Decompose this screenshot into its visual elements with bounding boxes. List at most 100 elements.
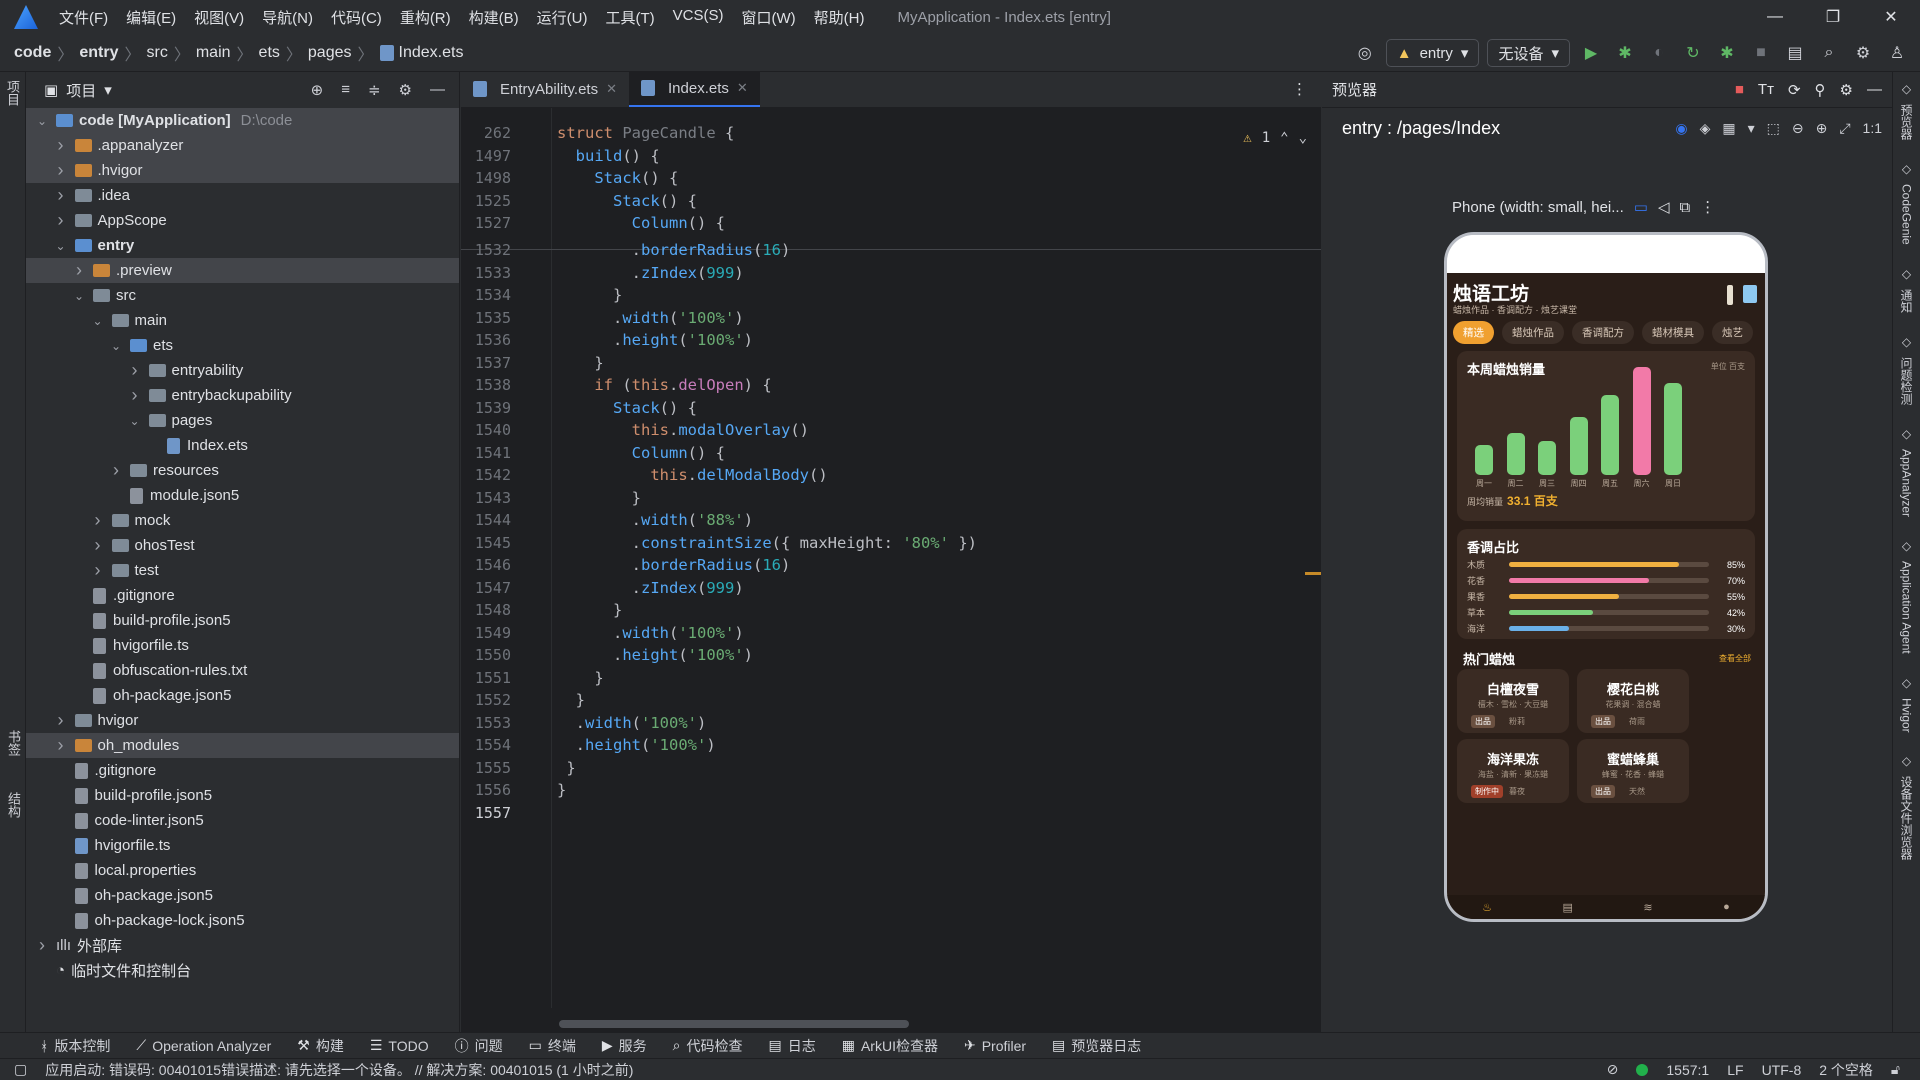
bottom-tool-button[interactable]: ▤ 预览器日志	[1052, 1036, 1141, 1056]
tree-node[interactable]: ◔ 临时文件和控制台	[26, 958, 459, 983]
menu-item[interactable]: 重构(R)	[391, 7, 460, 28]
chevron-right-icon[interactable]: ›	[127, 360, 143, 381]
breadcrumb-item[interactable]: src	[147, 44, 168, 62]
device-label[interactable]: Phone (width: small, hei...	[1452, 199, 1624, 216]
structure-tool-button[interactable]: 结构	[4, 792, 23, 818]
sync-status-icon[interactable]	[1636, 1063, 1649, 1076]
hot-candle-card[interactable]: 樱花白桃 花果调 · 混合蜡 出品 荷雨	[1577, 669, 1689, 733]
chevron-right-icon[interactable]: ›	[53, 160, 69, 181]
breadcrumb-item[interactable]: pages	[308, 44, 352, 62]
chevron-right-icon[interactable]: ›	[108, 460, 124, 481]
category-tab[interactable]: 蜡材模具	[1642, 321, 1704, 344]
tree-node[interactable]: ⌄ pages	[26, 408, 459, 433]
tree-node[interactable]: › oh_modules	[26, 733, 459, 758]
bottom-tool-button[interactable]: ⌕ 代码检查	[673, 1036, 743, 1056]
sales-bar[interactable]	[1506, 433, 1525, 475]
breadcrumb-item[interactable]: entry	[79, 44, 118, 62]
gift-box-icon[interactable]	[1743, 285, 1757, 303]
breadcrumb-item[interactable]: main	[196, 44, 231, 62]
right-tool-button[interactable]: AppAnalyzer	[1900, 449, 1914, 517]
horizontal-scrollbar[interactable]	[559, 1020, 909, 1028]
tree-node[interactable]: › .preview	[26, 258, 459, 283]
code-line[interactable]: 1553 .width('100%')	[461, 712, 1311, 734]
tree-node[interactable]: › resources	[26, 458, 459, 483]
pin-icon[interactable]: ⚲	[1815, 81, 1826, 99]
locate-icon[interactable]: ⊕	[311, 81, 324, 99]
code-line[interactable]: 1539 Stack() {	[461, 397, 1311, 419]
one-to-one-icon[interactable]: 1:1	[1863, 120, 1882, 137]
bottom-tool-button[interactable]: ⓘ 问题	[455, 1036, 503, 1056]
sales-bar[interactable]	[1475, 445, 1493, 475]
gear-icon[interactable]: ⚙	[399, 81, 412, 99]
status-message[interactable]: 应用启动: 错误码: 00401015错误描述: 请先选择一个设备。 // 解决…	[45, 1060, 633, 1080]
code-line[interactable]: 1532 .borderRadius(16)	[461, 239, 1311, 261]
code-line[interactable]: 1541 Column() {	[461, 442, 1311, 464]
code-line[interactable]: 1552 }	[461, 689, 1311, 711]
close-button[interactable]: ✕	[1862, 0, 1920, 34]
code-line[interactable]: 1556}	[461, 779, 1311, 801]
tree-node[interactable]: oh-package-lock.json5	[26, 908, 459, 933]
tree-node[interactable]: Index.ets	[26, 433, 459, 458]
chevron-right-icon[interactable]: ›	[53, 735, 69, 756]
code-line[interactable]: 1537 }	[461, 352, 1311, 374]
tree-node[interactable]: › AppScope	[26, 208, 459, 233]
minimize-button[interactable]: —	[1746, 0, 1804, 34]
code-line[interactable]: 1554 .height('100%')	[461, 734, 1311, 756]
chevron-down-icon[interactable]: ⌄	[34, 114, 50, 128]
bookmarks-tool-button[interactable]: 书签	[4, 730, 23, 756]
code-line[interactable]: 1498 Stack() {	[461, 167, 1311, 189]
tree-node[interactable]: ⌄ ets	[26, 333, 459, 358]
hot-candle-card[interactable]: 蜜蜡蜂巢 蜂蜜 · 花香 · 蜂蜡 出品 天然	[1577, 739, 1689, 803]
bottom-tool-button[interactable]: ☰ TODO	[370, 1037, 429, 1054]
code-line[interactable]: 1548 }	[461, 599, 1311, 621]
breadcrumb-item[interactable]: ets	[259, 44, 280, 62]
tree-node[interactable]: › test	[26, 558, 459, 583]
chevron-right-icon[interactable]: ›	[53, 185, 69, 206]
bottom-tool-button[interactable]: ▤ 日志	[768, 1036, 815, 1056]
close-tab-icon[interactable]: ✕	[606, 81, 617, 97]
back-icon[interactable]: ◁	[1658, 198, 1670, 216]
right-tool-button[interactable]: 设备文件浏览器	[1898, 776, 1915, 860]
tree-node[interactable]: › hvigor	[26, 708, 459, 733]
chevron-right-icon[interactable]: ›	[71, 260, 87, 281]
profile-icon[interactable]: ✱	[1714, 40, 1740, 66]
category-tab[interactable]: 烛艺	[1712, 321, 1753, 344]
bottom-tool-button[interactable]: ▭ 终端	[529, 1036, 576, 1056]
font-size-icon[interactable]: Tт	[1758, 81, 1774, 99]
bottom-tool-button[interactable]: ✈ Profiler	[964, 1037, 1026, 1054]
power-save-icon[interactable]: ⊘	[1607, 1061, 1619, 1078]
collapse-all-icon[interactable]: ≑	[368, 81, 381, 99]
sales-bar[interactable]	[1632, 367, 1651, 475]
bottom-tool-button[interactable]: ⟋ Operation Analyzer	[136, 1037, 271, 1054]
sales-bar[interactable]	[1569, 417, 1588, 475]
menu-item[interactable]: 运行(U)	[528, 7, 597, 28]
more-icon[interactable]: ⋮	[1700, 198, 1715, 216]
tree-node[interactable]: ⌄ code [MyApplication] D:\code	[26, 108, 459, 133]
chevron-right-icon[interactable]: ›	[53, 210, 69, 231]
sales-bar[interactable]	[1601, 395, 1619, 475]
menu-item[interactable]: 导航(N)	[253, 7, 322, 28]
indent-setting[interactable]: 2 个空格	[1819, 1060, 1873, 1080]
bottom-tool-button[interactable]: ▶ 服务	[602, 1036, 647, 1056]
tree-node[interactable]: code-linter.json5	[26, 808, 459, 833]
code-line[interactable]: 1536 .height('100%')	[461, 329, 1311, 351]
code-line[interactable]: 1550 .height('100%')	[461, 644, 1311, 666]
rotate-icon[interactable]: ⧉	[1679, 199, 1690, 216]
books-tab-icon[interactable]: ≋	[1643, 901, 1652, 914]
tree-node[interactable]: ⌄ src	[26, 283, 459, 308]
chevron-right-icon[interactable]: ›	[53, 710, 69, 731]
menu-item[interactable]: 帮助(H)	[805, 7, 874, 28]
menu-item[interactable]: 编辑(E)	[117, 7, 185, 28]
code-line[interactable]: 1546 .borderRadius(16)	[461, 554, 1311, 576]
hot-candle-card[interactable]: 海洋果冻 海盐 · 清新 · 果冻蜡 制作中 暮夜	[1457, 739, 1569, 803]
code-line[interactable]: 1535 .width('100%')	[461, 307, 1311, 329]
chevron-down-icon[interactable]: ▾	[104, 81, 112, 99]
chevron-down-icon[interactable]: ⌄	[90, 314, 106, 328]
code-line[interactable]: 1547 .zIndex(999)	[461, 577, 1311, 599]
candle-icon[interactable]	[1727, 285, 1733, 305]
hot-more-link[interactable]: 查看全部	[1719, 653, 1751, 664]
tree-node[interactable]: › ıllı 外部库	[26, 933, 459, 958]
chevron-down-icon[interactable]: ⌄	[127, 414, 143, 428]
tree-node[interactable]: build-profile.json5	[26, 608, 459, 633]
grid-icon[interactable]: ▦	[1722, 120, 1735, 137]
